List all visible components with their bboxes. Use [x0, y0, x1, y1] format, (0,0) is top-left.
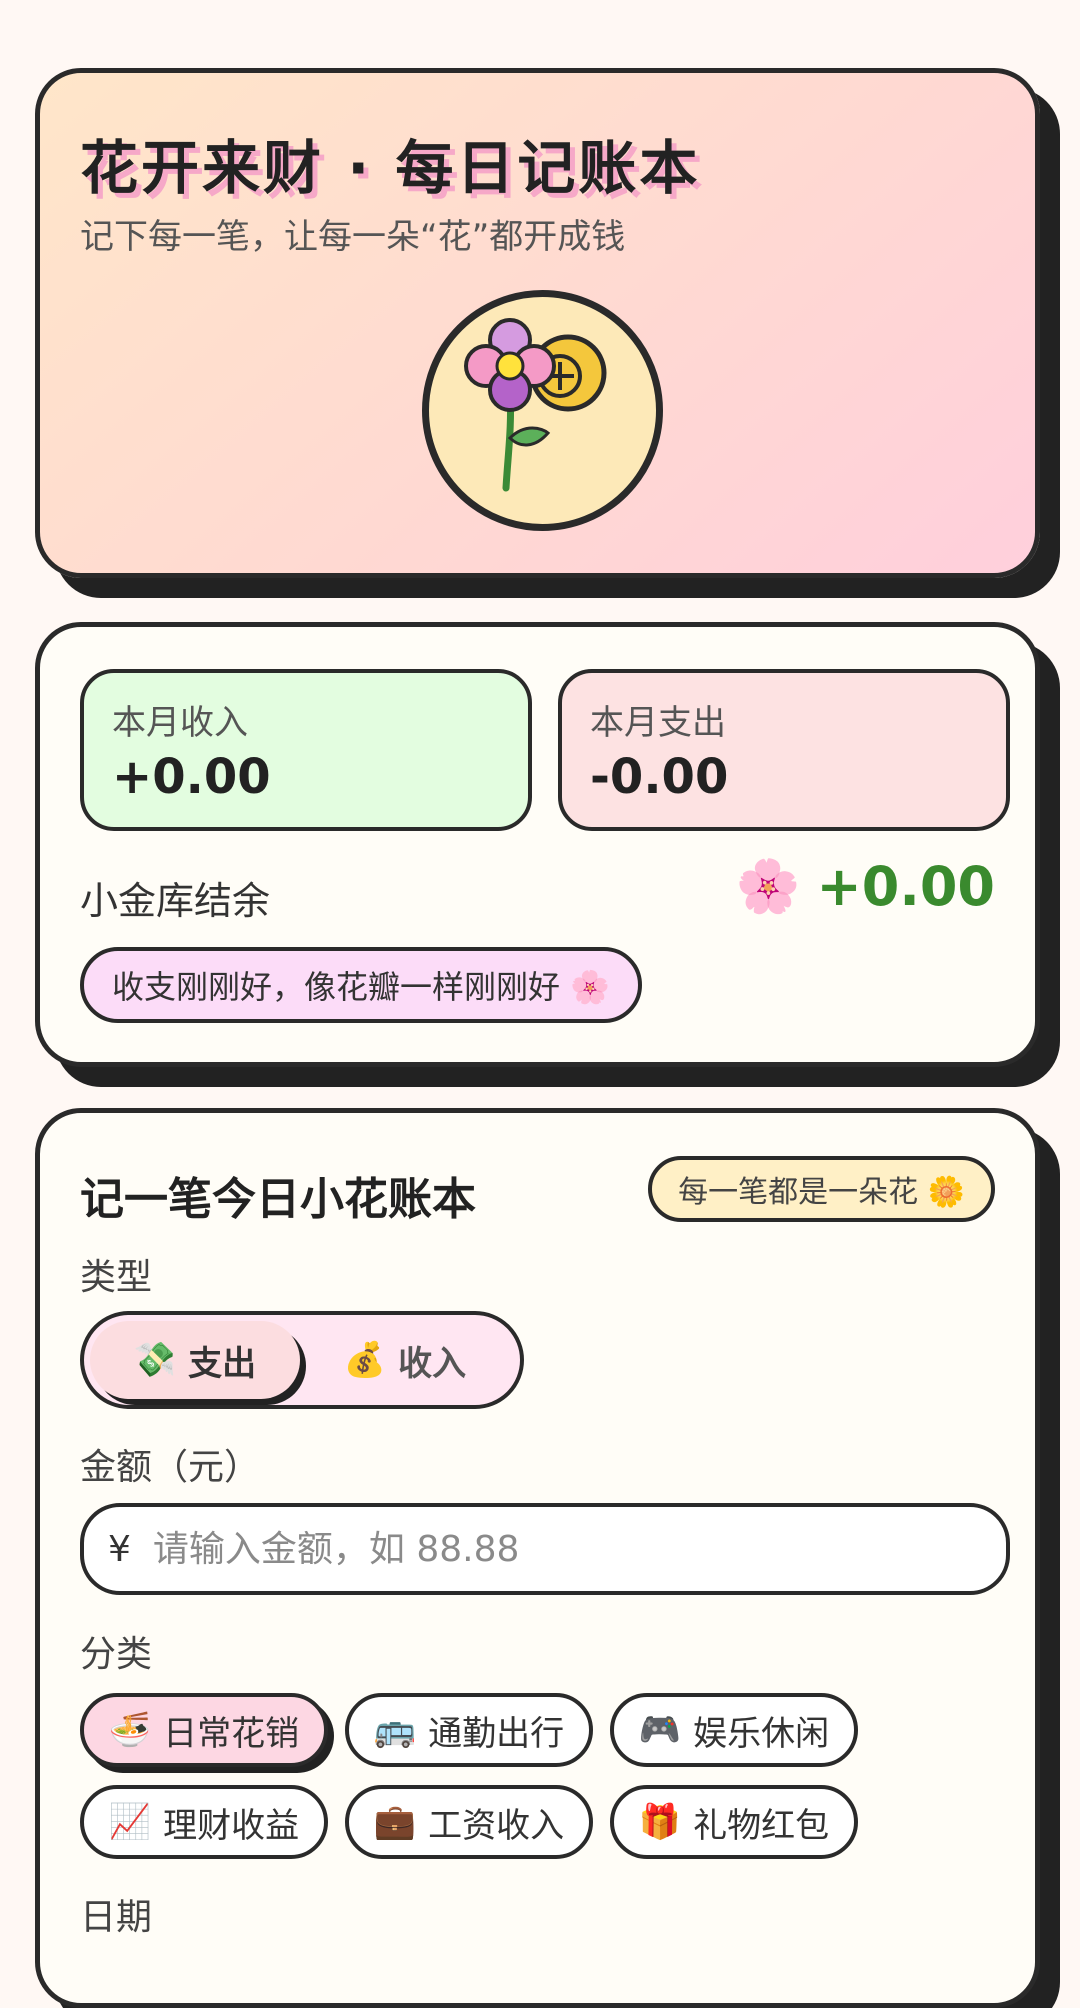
chip-label: 理财收益	[163, 1805, 300, 1846]
form-title: 记一笔今日小花账本	[80, 1174, 476, 1225]
yen-icon: ¥	[108, 1528, 131, 1570]
chip-label: 娱乐休闲	[693, 1713, 830, 1754]
balance-note: 收支刚刚好，像花瓣一样刚刚好 🌸	[80, 947, 643, 1023]
money-wings-icon: 💸	[133, 1340, 177, 1380]
bus-icon: 🚌	[373, 1710, 417, 1750]
money-bag-icon: 💰	[343, 1340, 387, 1380]
type-income-label: 收入	[398, 1343, 467, 1384]
expense-label: 本月支出	[590, 703, 726, 743]
entry-form-card: 记一笔今日小花账本 每一笔都是一朵花 🌼 类型 💸 支出 💰 收入 金额（元） …	[35, 1108, 1040, 2008]
income-box: 本月收入 +0.00	[80, 669, 532, 831]
category-chip-daily[interactable]: 🍜 日常花销	[80, 1693, 328, 1767]
flower-coin-icon	[422, 290, 663, 531]
chip-label: 礼物红包	[693, 1805, 830, 1846]
category-label: 分类	[80, 1634, 153, 1675]
chip-label: 日常花销	[163, 1713, 300, 1754]
type-toggle: 💸 支出 💰 收入	[80, 1311, 524, 1409]
amount-label: 金额（元）	[80, 1447, 261, 1488]
category-chip-investment[interactable]: 📈 理财收益	[80, 1785, 328, 1859]
category-chip-commute[interactable]: 🚌 通勤出行	[345, 1693, 593, 1767]
app-title: 花开来财 · 每日记账本	[80, 134, 701, 202]
income-label: 本月收入	[112, 703, 248, 743]
chip-label: 通勤出行	[428, 1713, 565, 1754]
form-badge: 每一笔都是一朵花 🌼	[648, 1156, 995, 1222]
amount-field[interactable]: ¥	[80, 1503, 1010, 1595]
balance-label: 小金库结余	[80, 879, 271, 923]
gift-icon: 🎁	[638, 1802, 682, 1842]
chart-increasing-icon: 📈	[108, 1802, 152, 1842]
type-expense-button[interactable]: 💸 支出	[90, 1321, 300, 1399]
summary-card: 本月收入 +0.00 本月支出 -0.00 小金库结余 🌸 +0.00 收支刚刚…	[35, 622, 1040, 1067]
chip-label: 工资收入	[428, 1805, 565, 1846]
noodle-bowl-icon: 🍜	[108, 1710, 152, 1750]
balance-display: 🌸 +0.00	[736, 855, 995, 918]
expense-value: -0.00	[590, 749, 729, 805]
expense-box: 本月支出 -0.00	[558, 669, 1010, 831]
type-expense-label: 支出	[188, 1343, 257, 1384]
type-label: 类型	[80, 1257, 153, 1298]
income-value: +0.00	[112, 749, 271, 805]
header-card: 花开来财 · 每日记账本 记下每一笔，让每一朵“花”都开成钱	[35, 68, 1040, 578]
cherry-blossom-icon: 🌸	[735, 856, 801, 917]
app-subtitle: 记下每一笔，让每一朵“花”都开成钱	[80, 217, 626, 257]
amount-input[interactable]	[150, 1527, 975, 1571]
type-income-button[interactable]: 💰 收入	[300, 1321, 510, 1399]
category-chip-entertainment[interactable]: 🎮 娱乐休闲	[610, 1693, 858, 1767]
category-chip-salary[interactable]: 💼 工资收入	[345, 1785, 593, 1859]
game-controller-icon: 🎮	[638, 1710, 682, 1750]
briefcase-icon: 💼	[373, 1802, 417, 1842]
balance-value: +0.00	[816, 855, 995, 918]
category-chip-gift[interactable]: 🎁 礼物红包	[610, 1785, 858, 1859]
date-label: 日期	[80, 1897, 153, 1938]
